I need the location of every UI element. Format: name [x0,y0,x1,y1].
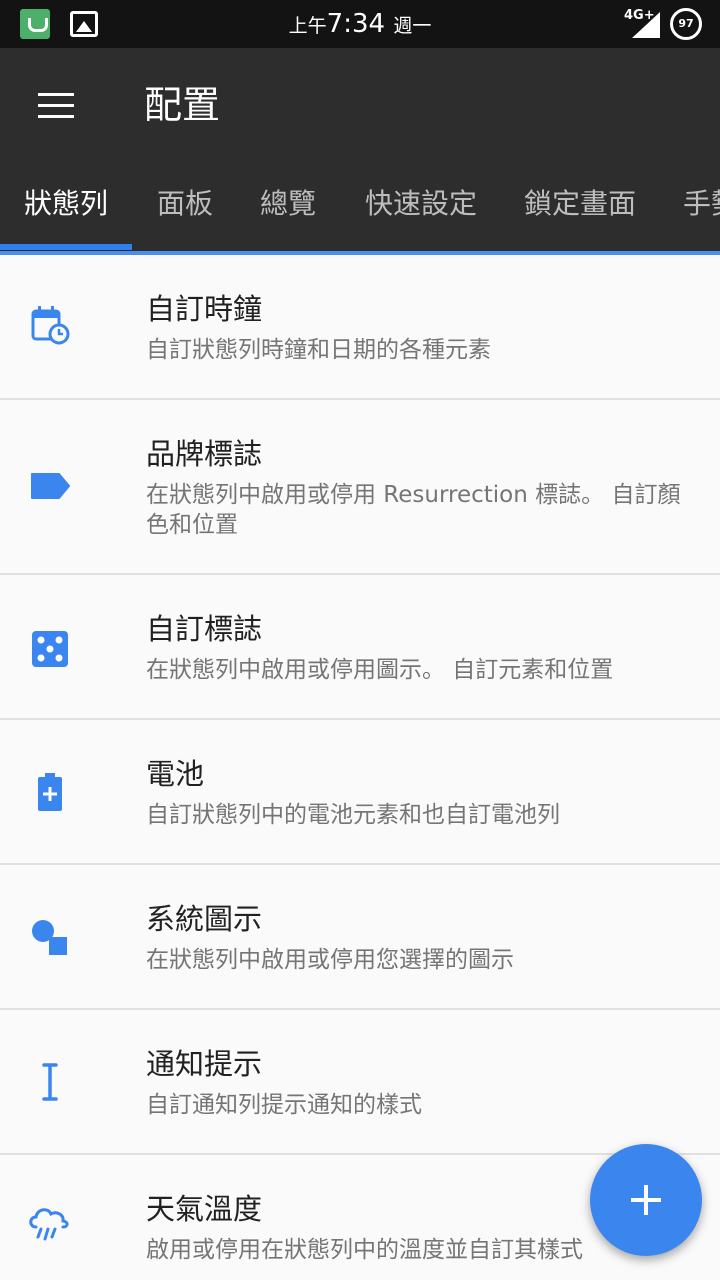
app-bar: 配置 [0,48,720,162]
tab-lock-screen[interactable]: 鎖定畫面 [524,186,636,222]
item-subtitle: 在狀態列中啟用或停用 Resurrection 標誌。 自訂顏色和位置 [146,482,681,538]
tab-gestures[interactable]: 手勢 [683,186,720,222]
item-title: 通知提示 [146,1047,263,1081]
tab-bar: 狀態列 面板 總覽 快速設定 鎖定畫面 手勢 [0,162,720,254]
signal-icon [632,12,660,38]
menu-icon[interactable] [38,93,74,119]
status-time: 上午7:34 週一 [288,9,432,39]
battery-plus-icon [38,773,62,811]
item-subtitle: 啟用或停用在狀態列中的溫度並自訂其樣式 [146,1237,583,1263]
tab-quick-settings[interactable]: 快速設定 [365,186,477,222]
list-item-custom-logo[interactable]: 自訂標誌 在狀態列中啟用或停用圖示。 自訂元素和位置 [0,575,720,720]
item-subtitle: 自訂狀態列中的電池元素和也自訂電池列 [146,802,560,828]
shapes-icon [32,920,67,955]
label-icon [31,473,70,499]
item-title: 品牌標誌 [146,437,263,471]
item-title: 天氣溫度 [146,1192,263,1226]
weather-rain-icon [29,1208,69,1241]
battery-indicator: 97 [670,8,702,40]
list-item-heads-up[interactable]: 通知提示 自訂通知列提示通知的樣式 [0,1010,720,1155]
item-title: 系統圖示 [146,902,263,936]
tab-indicator [0,244,132,250]
status-bar: 上午7:34 週一 4G+ 97 [0,0,720,48]
item-subtitle: 自訂狀態列時鐘和日期的各種元素 [146,337,491,363]
page-title: 配置 [144,83,221,127]
item-title: 自訂時鐘 [146,292,263,326]
item-subtitle: 自訂通知列提示通知的樣式 [146,1092,422,1118]
text-cursor-icon [42,1063,58,1101]
tab-status-bar[interactable]: 狀態列 [24,186,108,222]
item-subtitle: 在狀態列中啟用或停用圖示。 自訂元素和位置 [146,657,614,683]
item-title: 電池 [146,757,205,791]
list-item-battery[interactable]: 電池 自訂狀態列中的電池元素和也自訂電池列 [0,720,720,865]
list-item-custom-clock[interactable]: 自訂時鐘 自訂狀態列時鐘和日期的各種元素 [0,255,720,400]
tab-overview[interactable]: 總覽 [260,186,316,222]
calendar-clock-icon [31,306,70,345]
item-title: 自訂標誌 [146,612,263,646]
tab-panel[interactable]: 面板 [157,186,213,222]
list-item-system-icons[interactable]: 系統圖示 在狀態列中啟用或停用您選擇的圖示 [0,865,720,1010]
add-fab-button[interactable] [590,1144,702,1256]
list-item-brand-logo[interactable]: 品牌標誌 在狀態列中啟用或停用 Resurrection 標誌。 自訂顏色和位置 [0,400,720,575]
item-subtitle: 在狀態列中啟用或停用您選擇的圖示 [146,947,514,973]
dice-icon [32,631,68,667]
